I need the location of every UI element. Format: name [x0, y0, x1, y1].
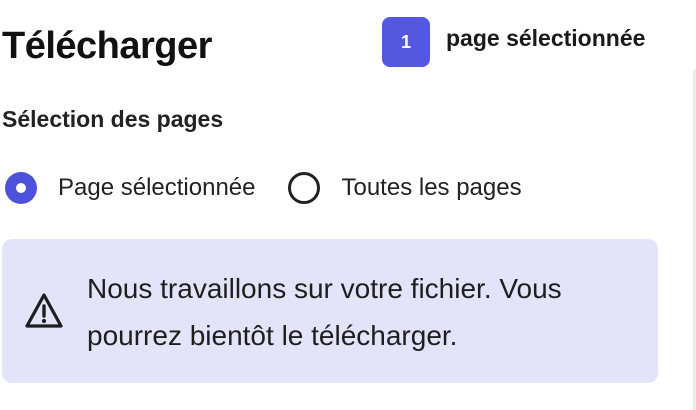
page-selection-radio-group: Page sélectionnée Toutes les pages [5, 172, 522, 204]
page-selection-heading: Sélection des pages [2, 106, 224, 132]
radio-label-all-pages[interactable]: Toutes les pages [341, 173, 521, 203]
radio-option-all-pages[interactable]: Toutes les pages [288, 172, 522, 204]
selected-pages-indicator: 1 page sélectionnée [382, 17, 645, 67]
alert-message: Nous travaillons sur votre fichier. Vous… [87, 273, 562, 351]
download-panel: Télécharger 1 page sélectionnée Sélectio… [0, 0, 696, 410]
selected-count-badge: 1 [382, 17, 430, 67]
warning-icon [25, 293, 63, 328]
radio-unchecked-icon[interactable] [288, 172, 321, 204]
radio-option-selected-page[interactable]: Page sélectionnée [5, 172, 255, 204]
panel-title: Télécharger [2, 25, 212, 67]
radio-checked-icon[interactable] [5, 172, 37, 204]
selected-count-label: page sélectionnée [446, 24, 646, 51]
radio-label-selected-page[interactable]: Page sélectionnée [58, 173, 255, 203]
processing-alert: Nous travaillons sur votre fichier. Vous… [2, 239, 658, 383]
